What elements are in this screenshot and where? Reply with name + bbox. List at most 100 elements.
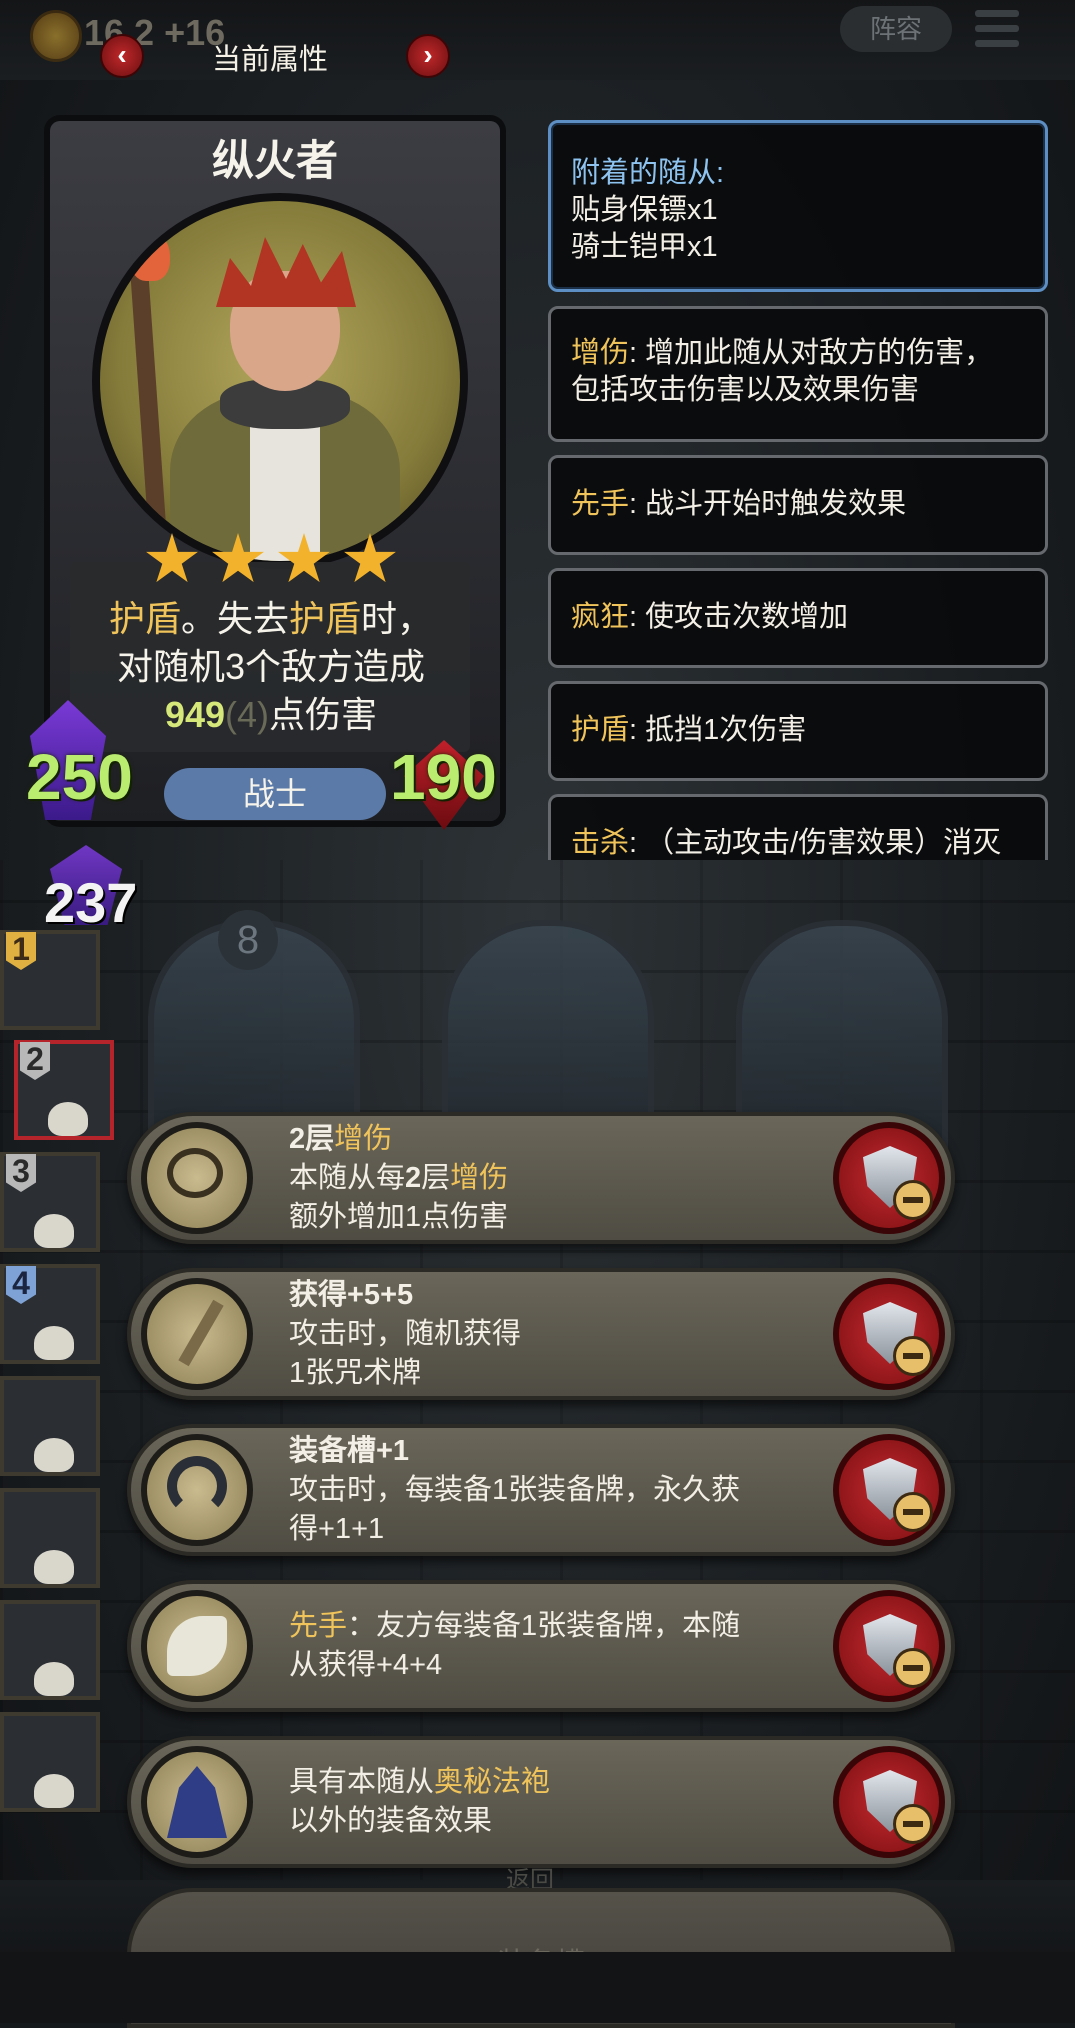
equip-text: 具有本随从 — [289, 1766, 435, 1798]
slot-number: 3 — [6, 1154, 36, 1192]
keyword-panel-frenzy: 疯狂: 使攻击次数增加 — [548, 568, 1048, 668]
minus-icon — [893, 1648, 933, 1688]
skull-icon — [34, 1326, 74, 1360]
equip-text: 1张咒术牌 — [289, 1356, 422, 1389]
lineup-slot[interactable]: 1 — [0, 930, 100, 1030]
keyword-panel-shield: 护盾: 抵挡1次伤害 — [548, 681, 1048, 781]
equip-text: 从获得+4+4 — [289, 1649, 443, 1681]
hero-card: 纵火者 护盾。失去护盾时， 对随机3个敌方造成 949(4)点伤害 — [30, 107, 510, 837]
skull-icon — [34, 1550, 74, 1584]
keyword-name: 护盾 — [571, 714, 630, 746]
desc-text: 。失去 — [180, 598, 289, 639]
class-badge: 战士 — [164, 768, 386, 820]
equipment-description: 先手：友方每装备1张装备牌，本随 从获得+4+4 — [289, 1584, 849, 1708]
board-attack-value: 237 — [44, 871, 138, 934]
keyword-name: 疯狂 — [571, 601, 630, 633]
equipment-row: 装备槽+1 攻击时，每装备1张装备牌，永久获 得+1+1 — [127, 1424, 955, 1556]
keyword-panel-kill: 击杀: （主动攻击/伤害效果）消灭 — [548, 794, 1048, 860]
keyword-desc: : （主动攻击/伤害效果）消灭 — [629, 827, 1002, 859]
slot-number: 1 — [6, 932, 36, 970]
keyword-desc: : 使攻击次数增加 — [629, 601, 849, 633]
minus-icon — [893, 1336, 933, 1376]
minus-icon — [893, 1804, 933, 1844]
keyword-arcane-robe: 奥秘法袍 — [434, 1766, 551, 1798]
equip-text: 装备槽+1 — [289, 1434, 410, 1467]
unequip-button[interactable] — [833, 1746, 945, 1858]
equip-text: 攻击时，随机获得 — [289, 1317, 522, 1350]
lineup-slot[interactable]: 4 — [0, 1264, 100, 1364]
equip-text: 额外增加1点伤害 — [289, 1200, 509, 1233]
menu-icon[interactable] — [975, 10, 1019, 50]
equip-text: 本随从每 — [289, 1161, 406, 1194]
lineup-slot[interactable]: 3 — [0, 1152, 100, 1252]
equipment-row: 具有本随从奥秘法袍 以外的装备效果 — [127, 1736, 955, 1868]
slot-number: 2 — [20, 1042, 50, 1080]
hero-name: 纵火者 — [211, 137, 338, 184]
keyword-name: 先手 — [571, 488, 630, 520]
unequip-button[interactable] — [833, 1278, 945, 1390]
gold-coin-icon — [30, 10, 82, 62]
lineup-slot[interactable] — [0, 1376, 100, 1476]
damage-base-value: (4) — [225, 694, 270, 735]
skull-icon — [34, 1662, 74, 1696]
lineup-button[interactable]: 阵容 — [840, 6, 952, 52]
top-bar: 16 2 +16 ‹ 当前属性 › 阵容 — [0, 0, 1075, 80]
equipment-description: 具有本随从奥秘法袍 以外的装备效果 — [289, 1740, 849, 1864]
health-value: 190 — [390, 741, 497, 813]
attached-title: 附着的随从: — [571, 157, 725, 189]
attached-item: 贴身保镖x1 — [571, 194, 718, 226]
skull-icon — [34, 1438, 74, 1472]
robe-icon — [141, 1746, 253, 1858]
equip-text: 以外的装备效果 — [289, 1805, 493, 1837]
hero-ability-text: 护盾。失去护盾时， 对随机3个敌方造成 949(4)点伤害 — [76, 595, 466, 739]
slot-number: 4 — [6, 1266, 36, 1304]
unequip-button[interactable] — [833, 1434, 945, 1546]
lineup-slot[interactable] — [0, 1600, 100, 1700]
keyword-shield: 护盾 — [289, 598, 362, 639]
equipment-description: 获得+5+5 攻击时，随机获得 1张咒术牌 — [289, 1272, 849, 1396]
card-level-badge: 8 — [218, 910, 278, 970]
hero-portrait — [92, 193, 468, 569]
desc-text: 点伤害 — [269, 694, 378, 735]
keyword-desc: : 抵挡1次伤害 — [629, 714, 807, 746]
necklace-icon — [141, 1122, 253, 1234]
attached-minions-panel: 附着的随从: 贴身保镖x1 骑士铠甲x1 — [548, 120, 1048, 292]
equipment-row: 获得+5+5 攻击时，随机获得 1张咒术牌 — [127, 1268, 955, 1400]
next-arrow-button[interactable]: › — [406, 34, 450, 78]
keyword-panel-first-strike: 先手: 战斗开始时触发效果 — [548, 455, 1048, 555]
prev-arrow-button[interactable]: ‹ — [100, 34, 144, 78]
equipment-description: 装备槽+1 攻击时，每装备1张装备牌，永久获 得+1+1 — [289, 1428, 849, 1552]
keyword-damage-boost: 增伤 — [334, 1122, 393, 1155]
keyword-name: 增伤 — [571, 337, 630, 369]
horseshoe-icon — [141, 1434, 253, 1546]
bottom-bar — [0, 1952, 1075, 2023]
damage-value: 949 — [164, 694, 226, 735]
skull-icon — [34, 1214, 74, 1248]
equip-text: 攻击时，每装备1张装备牌，永久获 — [289, 1473, 741, 1506]
star-icon — [146, 533, 198, 583]
unequip-button[interactable] — [833, 1590, 945, 1702]
desc-line-2: 对随机3个敌方造成 — [116, 646, 426, 687]
keyword-name: 击杀 — [571, 827, 630, 859]
star-rating — [145, 533, 435, 589]
lineup-slot-selected[interactable]: 2 — [14, 1040, 114, 1140]
equip-text: 2层 — [289, 1122, 335, 1155]
keyword-desc: : 战斗开始时触发效果 — [629, 488, 907, 520]
lineup-slot[interactable] — [0, 1488, 100, 1588]
broom-icon — [141, 1278, 253, 1390]
equip-text: 2 — [405, 1161, 422, 1194]
skull-icon — [34, 1774, 74, 1808]
attack-value: 250 — [26, 741, 133, 813]
skull-icon — [48, 1102, 88, 1136]
unequip-button[interactable] — [833, 1122, 945, 1234]
keyword-panel-damage-boost: 增伤: 增加此随从对敌方的伤害， 包括攻击伤害以及效果伤害 — [548, 306, 1048, 442]
lineup-slot[interactable] — [0, 1712, 100, 1812]
equip-text: ：友方每装备1张装备牌，本随 — [347, 1610, 741, 1642]
keyword-damage-boost: 增伤 — [450, 1161, 509, 1194]
page-title: 当前属性 — [211, 44, 328, 76]
equipment-description: 2层增伤 本随从每2层增伤 额外增加1点伤害 — [289, 1116, 849, 1240]
minus-icon — [893, 1492, 933, 1532]
equipment-row: 2层增伤 本随从每2层增伤 额外增加1点伤害 — [127, 1112, 955, 1244]
equip-text: 获得+5+5 — [289, 1278, 414, 1311]
equip-text: 得+1+1 — [289, 1512, 385, 1545]
